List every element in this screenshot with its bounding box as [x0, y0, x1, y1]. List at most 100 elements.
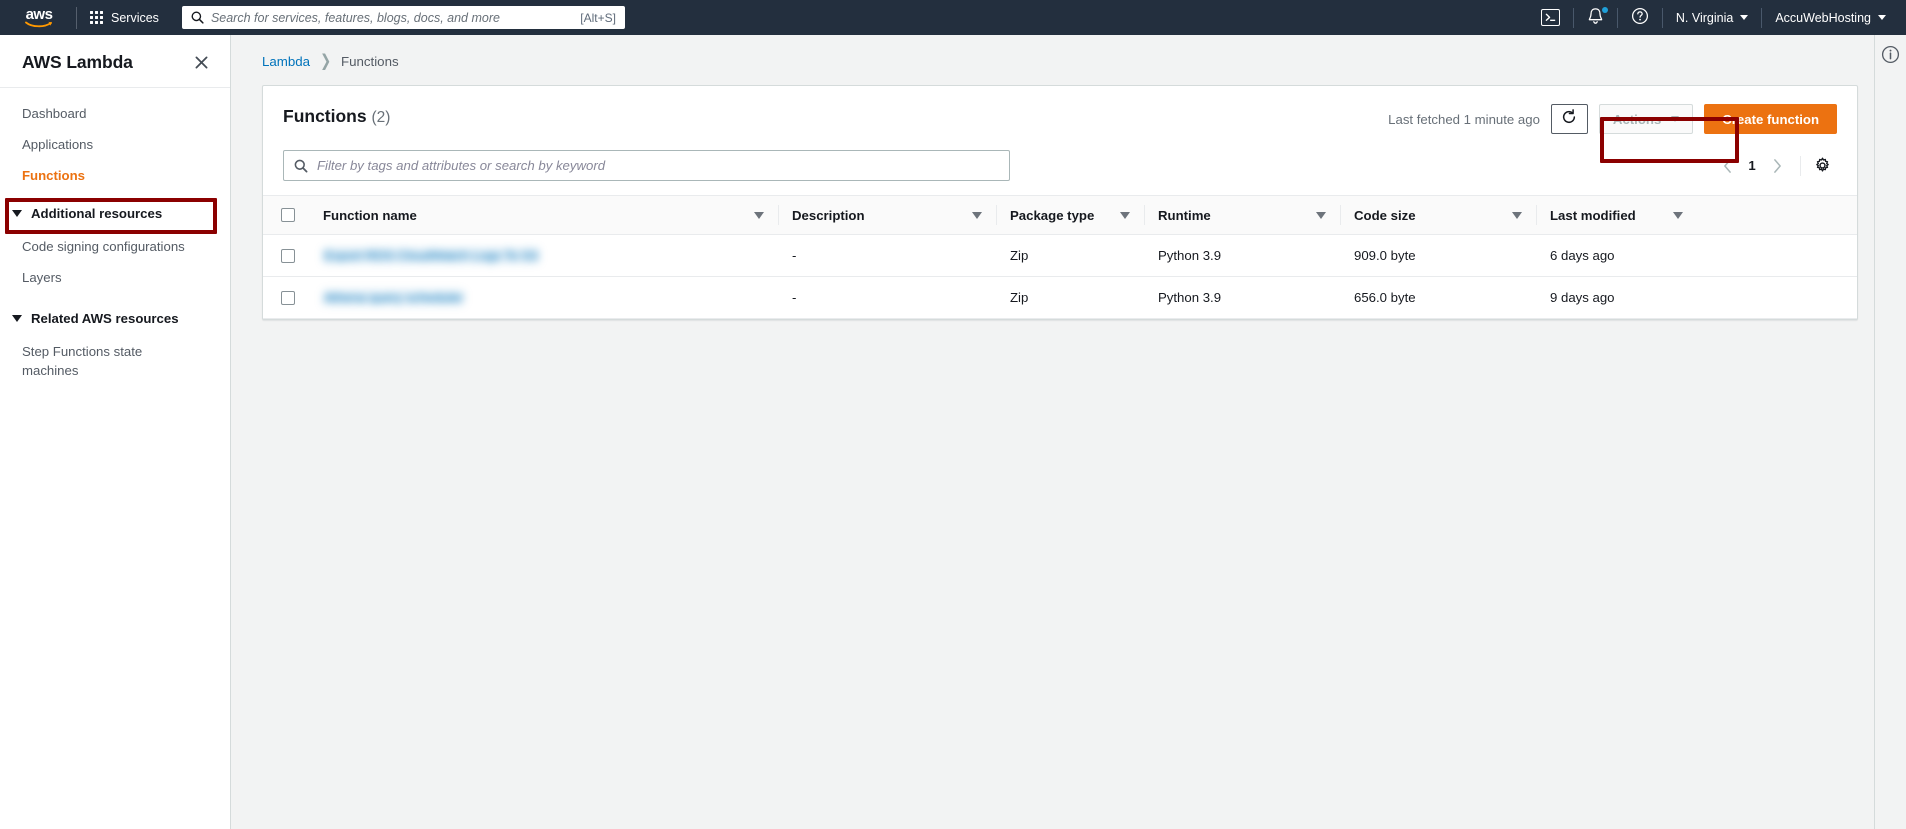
actions-dropdown-button[interactable]: Actions [1598, 104, 1694, 134]
cloudshell-button[interactable] [1528, 0, 1573, 35]
row-checkbox[interactable] [281, 290, 295, 305]
column-label: Description [792, 207, 865, 223]
cell-code-size: 656.0 byte [1340, 276, 1536, 319]
search-shortcut-hint: [Alt+S] [580, 10, 616, 25]
column-label: Code size [1354, 207, 1416, 223]
notifications-button[interactable] [1574, 0, 1617, 35]
search-icon [191, 11, 204, 24]
cell-last-modified: 6 days ago [1536, 234, 1697, 277]
chevron-right-icon: ❯ [320, 51, 331, 70]
cloudshell-icon [1540, 9, 1560, 26]
pagination-divider [1800, 155, 1801, 176]
sidebar-subgroup: Code signing configurations Layers [0, 228, 230, 296]
filter-search-input[interactable] [317, 158, 999, 173]
account-label: AccuWebHosting [1775, 10, 1871, 25]
main-content: Lambda ❯ Functions Functions (2) Last fe… [231, 35, 1906, 829]
pagination-page-1[interactable]: 1 [1742, 158, 1762, 173]
lambda-sidebar: AWS Lambda Dashboard Applications Functi… [0, 35, 231, 829]
help-button[interactable] [1618, 0, 1662, 35]
last-fetched-label: Last fetched 1 minute ago [1388, 111, 1540, 127]
top-nav-right-group: N. Virginia AccuWebHosting [1528, 0, 1906, 35]
sidebar-group-additional-resources[interactable]: Additional resources [0, 199, 230, 228]
column-header-description[interactable]: Description [778, 195, 996, 235]
select-all-checkbox[interactable] [281, 208, 295, 222]
aws-logo[interactable]: aws [18, 5, 60, 28]
chevron-down-icon [1671, 116, 1680, 122]
region-selector[interactable]: N. Virginia [1663, 0, 1761, 35]
pagination-next-button[interactable] [1762, 151, 1792, 181]
cell-last-modified: 9 days ago [1536, 276, 1697, 319]
create-function-button[interactable]: Create function [1704, 104, 1837, 134]
chevron-down-icon [1740, 15, 1749, 20]
services-label: Services [111, 10, 159, 25]
filter-row: 1 [263, 140, 1857, 195]
cell-runtime: Python 3.9 [1144, 234, 1340, 277]
cell-description: - [778, 234, 996, 277]
column-header-package-type[interactable]: Package type [996, 195, 1144, 235]
row-select-cell [263, 234, 323, 277]
column-header-last-modified[interactable]: Last modified [1536, 195, 1697, 235]
table-header: Function name Description Package type R… [263, 195, 1857, 235]
functions-panel: Functions (2) Last fetched 1 minute ago … [262, 85, 1858, 320]
sidebar-nav: Dashboard Applications Functions Additio… [0, 88, 230, 389]
sort-descending-icon[interactable] [1512, 211, 1522, 219]
sidebar-group-label: Related AWS resources [31, 311, 179, 326]
notification-badge-dot [1601, 7, 1608, 13]
table-header-row: Function name Description Package type R… [263, 195, 1857, 235]
column-label: Runtime [1158, 207, 1211, 223]
column-label: Package type [1010, 207, 1095, 223]
sidebar-item-dashboard[interactable]: Dashboard [0, 98, 230, 129]
sort-descending-icon[interactable] [1672, 211, 1683, 219]
pagination-previous-button[interactable] [1712, 151, 1742, 181]
function-name-link[interactable]: Export RDS CloudWatch Logs To S3 [323, 248, 540, 263]
sidebar-title: AWS Lambda [22, 51, 133, 72]
sort-descending-icon[interactable] [1316, 211, 1326, 219]
sort-descending-icon[interactable] [1120, 211, 1130, 219]
cell-function-name: Export RDS CloudWatch Logs To S3 [323, 234, 778, 277]
account-menu[interactable]: AccuWebHosting [1762, 0, 1906, 35]
column-header-function-name[interactable]: Function name [323, 195, 778, 235]
refresh-button[interactable] [1550, 104, 1588, 134]
sort-descending-icon[interactable] [754, 211, 764, 219]
breadcrumb-link-lambda[interactable]: Lambda [262, 54, 310, 69]
cell-code-size: 909.0 byte [1340, 234, 1536, 277]
global-search-bar[interactable]: [Alt+S] [181, 6, 625, 29]
table-row[interactable]: Export RDS CloudWatch Logs To S3 - Zip P… [263, 234, 1857, 277]
cell-spacer [1696, 276, 1857, 319]
page-title-text: Functions [283, 106, 367, 126]
functions-count: (2) [371, 109, 391, 126]
row-checkbox[interactable] [281, 248, 295, 263]
refresh-icon [1561, 108, 1577, 130]
cell-description: - [778, 276, 996, 319]
functions-table: Function name Description Package type R… [263, 195, 1857, 319]
panel-header: Functions (2) Last fetched 1 minute ago … [263, 86, 1857, 140]
column-header-code-size[interactable]: Code size [1340, 195, 1536, 235]
sidebar-item-functions[interactable]: Functions [0, 160, 230, 191]
sidebar-item-step-functions-state-machines[interactable]: Step Functions state machines [22, 336, 208, 386]
close-icon[interactable] [190, 51, 212, 73]
chevron-down-icon [1878, 15, 1886, 20]
breadcrumb: Lambda ❯ Functions [231, 35, 1906, 70]
table-preferences-gear-icon[interactable] [1809, 153, 1835, 179]
info-icon[interactable] [1881, 45, 1901, 65]
sidebar-item-code-signing-configurations[interactable]: Code signing configurations [22, 231, 208, 262]
aws-logo-text: aws [25, 5, 53, 23]
filter-search-box[interactable] [283, 150, 1010, 181]
sort-descending-icon[interactable] [972, 211, 982, 219]
table-row[interactable]: Athena query scheduler - Zip Python 3.9 … [263, 276, 1857, 319]
top-navigation-bar: aws Services [Alt+S] [0, 0, 1906, 35]
select-all-header [263, 195, 323, 235]
breadcrumb-current-functions: Functions [340, 53, 399, 69]
services-menu-button[interactable]: Services [79, 0, 170, 35]
function-name-link[interactable]: Athena query scheduler [323, 290, 465, 305]
column-label: Function name [323, 207, 417, 223]
row-select-cell [263, 276, 323, 319]
sidebar-item-applications[interactable]: Applications [0, 129, 230, 160]
column-header-runtime[interactable]: Runtime [1144, 195, 1340, 235]
sidebar-item-layers[interactable]: Layers [22, 262, 208, 293]
sidebar-group-related-aws-resources[interactable]: Related AWS resources [0, 304, 230, 333]
info-rail [1874, 35, 1906, 829]
pagination: 1 [1712, 151, 1837, 181]
global-search-input[interactable] [210, 10, 574, 25]
grid-icon [90, 11, 103, 24]
